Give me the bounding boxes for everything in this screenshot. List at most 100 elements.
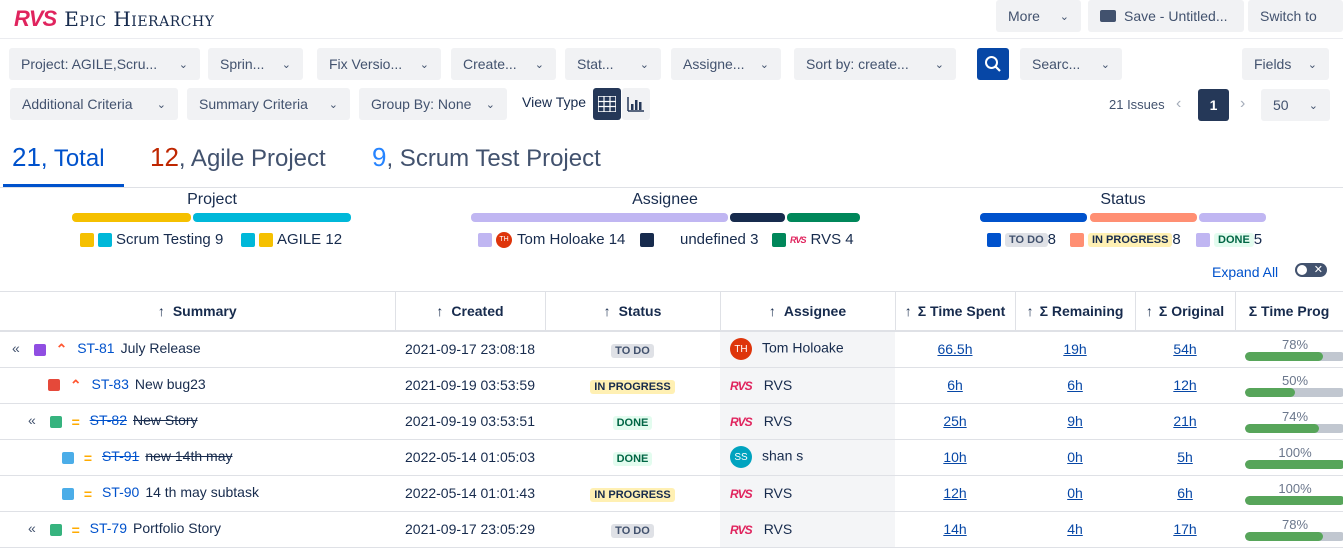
tab-agile-label: , Agile Project [178,145,326,172]
fix-version-filter[interactable]: Fix Versio... ⌄ [317,48,441,80]
tab-agile-project[interactable]: 12, Agile Project [150,142,326,173]
original-link[interactable]: 12h [1173,377,1196,393]
progress-fill [1245,351,1323,361]
table-row[interactable]: « ⌃ ST-81 July Release 2021-09-17 23:08:1… [0,331,1343,368]
remaining-link[interactable]: 4h [1067,521,1083,537]
issue-key-link[interactable]: ST-90 [102,484,139,500]
table-row[interactable]: « = ST-82 New Story 2021-09-19 03:53:51 D… [0,403,1343,440]
search-button[interactable] [977,48,1009,80]
switch-label: Switch to [1260,8,1317,24]
view-type-label: View Type [522,94,587,110]
expand-all-toggle[interactable]: ✕ [1295,263,1327,277]
sort-by-dropdown[interactable]: Sort by: create... ⌄ [794,48,956,80]
progress-percent: 50% [1281,372,1309,388]
issue-key-link[interactable]: ST-82 [90,412,127,428]
legend-count: 12 [325,231,343,248]
time-spent-link[interactable]: 66.5h [937,341,972,357]
time-spent-link[interactable]: 25h [943,413,966,429]
original-link[interactable]: 21h [1173,413,1196,429]
issue-key-link[interactable]: ST-83 [92,376,129,392]
column-header-time-prog[interactable]: Σ Time Prog [1235,291,1343,332]
save-button[interactable]: Save - Untitled... [1088,0,1244,32]
collapse-icon[interactable]: « [12,340,20,356]
chart-view-button[interactable] [622,88,650,120]
switch-to-button[interactable]: Switch to [1248,0,1343,32]
time-spent-link[interactable]: 6h [947,377,963,393]
remaining-link[interactable]: 0h [1067,449,1083,465]
priority-medium-icon: = [83,485,93,502]
legend-tom-holoake: TH Tom Holoake 14 [478,231,625,248]
tab-total[interactable]: 21, Total [12,142,105,173]
table-row[interactable]: = ST-91 new 14th may 2022-05-14 01:05:03 … [0,439,1343,476]
summary-criteria-label: Summary Criteria [199,96,308,112]
column-header-original[interactable]: ↑ Σ Original [1135,291,1236,332]
project-bar-scrum [72,213,191,222]
additional-criteria-button[interactable]: Additional Criteria ⌄ [10,88,178,120]
issue-key-link[interactable]: ST-79 [90,520,127,536]
original-link[interactable]: 6h [1177,485,1193,501]
column-label: Created [451,303,504,319]
progress-fill [1245,387,1295,397]
search-dropdown[interactable]: Searc... ⌄ [1020,48,1122,80]
collapse-icon[interactable]: « [28,520,36,536]
remaining-link[interactable]: 0h [1067,485,1083,501]
project-filter[interactable]: Project: AGILE,Scru... ⌄ [9,48,200,80]
color-swatch [640,232,654,247]
assignee-name: RVS [763,412,793,429]
sprint-filter[interactable]: Sprin... ⌄ [208,48,303,80]
remaining-link[interactable]: 6h [1067,377,1083,393]
next-page-icon[interactable]: › [1240,95,1245,113]
column-header-created[interactable]: ↑ Created [395,291,546,332]
current-page-button[interactable]: 1 [1198,89,1229,121]
column-header-status[interactable]: ↑ Status [545,291,721,332]
status-filter-label: Stat... [577,56,614,72]
table-row[interactable]: « = ST-79 Portfolio Story 2021-09-17 23:0… [0,511,1343,548]
time-progress: 100% [1245,481,1343,505]
group-by-dropdown[interactable]: Group By: None ⌄ [359,88,507,120]
more-button[interactable]: More ⌄ [996,0,1081,32]
status-lozenge: IN PROGRESS [590,488,675,502]
time-spent-link[interactable]: 14h [943,521,966,537]
table-row[interactable]: ⌃ ST-83 New bug23 2021-09-19 03:53:59 IN … [0,367,1343,404]
card-icon [1100,10,1116,22]
close-icon: ✕ [1313,264,1323,276]
original-link[interactable]: 17h [1173,521,1196,537]
assignee-filter[interactable]: Assigne... ⌄ [671,48,781,80]
fields-dropdown[interactable]: Fields ⌄ [1242,48,1329,80]
created-cell: 2021-09-17 23:05:29 [395,511,545,548]
assignee-legend-title: Assignee [632,191,698,208]
remaining-link[interactable]: 19h [1063,341,1086,357]
original-link[interactable]: 54h [1173,341,1196,357]
issue-key-link[interactable]: ST-81 [77,340,114,356]
created-filter[interactable]: Create... ⌄ [451,48,556,80]
time-spent-link[interactable]: 12h [943,485,966,501]
grid-view-button[interactable] [593,88,621,120]
time-spent-link[interactable]: 10h [943,449,966,465]
expand-all-link[interactable]: Expand All [1212,264,1278,280]
column-header-summary[interactable]: ↑ Summary [0,291,396,332]
summary-criteria-button[interactable]: Summary Criteria ⌄ [187,88,350,120]
status-lozenge: DONE [612,452,653,466]
original-link[interactable]: 5h [1177,449,1193,465]
legend-agile: AGILE 12 [241,231,342,248]
per-page-dropdown[interactable]: 50 ⌄ [1261,89,1330,121]
column-label: Σ Remaining [1039,303,1124,319]
tab-scrum-test-project[interactable]: 9, Scrum Test Project [372,142,601,173]
status-filter[interactable]: Stat... ⌄ [565,48,661,80]
prev-page-icon[interactable]: ‹ [1176,95,1181,113]
time-progress: 78% [1245,517,1343,541]
project-avatar-icon [98,232,112,247]
page-title: Epic Hierarchy [64,7,215,31]
issue-key-link[interactable]: ST-91 [102,448,139,464]
column-header-remaining[interactable]: ↑ Σ Remaining [1015,291,1136,332]
collapse-icon[interactable]: « [28,412,36,428]
column-label: Σ Original [1158,303,1225,319]
progress-bar [1245,387,1343,397]
bug-icon [48,379,60,392]
column-header-time-spent[interactable]: ↑ Σ Time Spent [895,291,1016,332]
table-row[interactable]: = ST-90 14 th may subtask 2022-05-14 01:0… [0,475,1343,512]
remaining-link[interactable]: 9h [1067,413,1083,429]
sort-arrow-icon: ↑ [603,303,611,319]
tab-total-label: , Total [40,145,105,172]
column-header-assignee[interactable]: ↑ Assignee [720,291,896,332]
